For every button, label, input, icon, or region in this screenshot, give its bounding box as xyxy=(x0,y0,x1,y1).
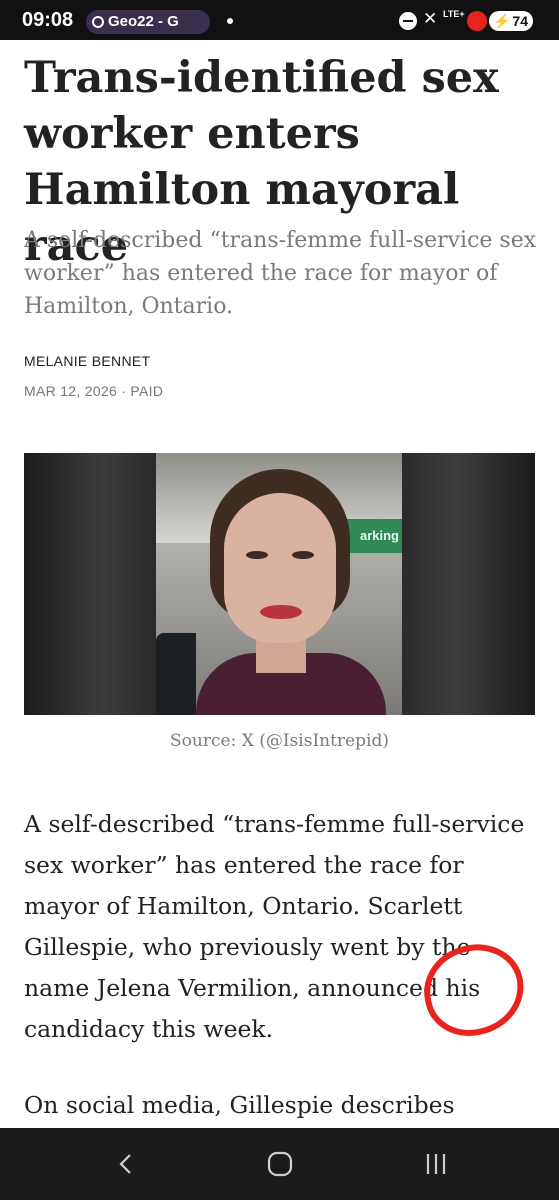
article-subtitle: A self-described “trans-femme full-servi… xyxy=(24,228,537,319)
article-image[interactable]: arking xyxy=(24,453,535,715)
image-caption: Source: X (@IsisIntrepid) xyxy=(170,731,389,751)
image-blur-left xyxy=(24,453,156,715)
recent-apps-icon[interactable] xyxy=(422,1150,450,1178)
notification-dot-icon xyxy=(227,18,233,24)
parked-car xyxy=(156,633,196,715)
active-app-pill[interactable]: Geo22 - G xyxy=(86,10,210,34)
battery-level: 74 xyxy=(512,13,528,29)
navigation-bar xyxy=(0,1128,559,1200)
image-blur-right xyxy=(402,453,535,715)
status-bar: 09:08 Geo22 - G ✕ LTE+ ⚡ 74 xyxy=(0,0,559,40)
mute-icon: ✕ xyxy=(423,9,438,28)
portrait-face xyxy=(224,493,336,643)
active-app-label: Geo22 - G xyxy=(108,13,179,30)
charging-icon: ⚡ xyxy=(493,13,511,29)
app-indicator-icon xyxy=(92,16,104,28)
portrait-eye-right xyxy=(292,551,314,559)
battery-indicator: ⚡ 74 xyxy=(489,11,533,31)
network-label: LTE+ xyxy=(443,9,465,19)
article-paragraph: On social media, Gillespie describes xyxy=(24,1091,455,1119)
status-time: 09:08 xyxy=(22,9,74,31)
recording-icon xyxy=(467,11,487,31)
do-not-disturb-icon xyxy=(399,12,417,30)
portrait-lips xyxy=(260,605,302,619)
author-name[interactable]: MELANIE BENNET xyxy=(24,353,150,369)
home-icon[interactable] xyxy=(266,1150,294,1178)
portrait-eye-left xyxy=(246,551,268,559)
back-icon[interactable] xyxy=(112,1150,140,1178)
publish-date: MAR 12, 2026 · PAID xyxy=(24,383,164,399)
candidate-photo: arking xyxy=(156,453,402,715)
